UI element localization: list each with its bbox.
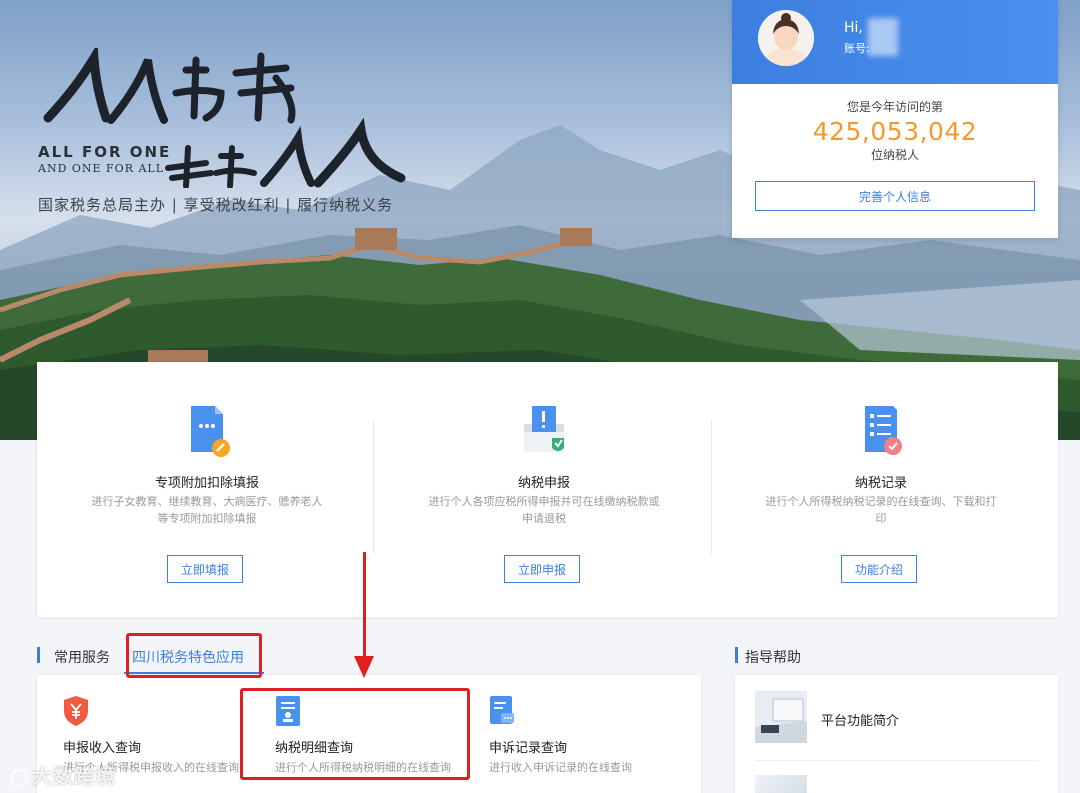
shield-yen-icon <box>64 696 88 726</box>
service-title: 纳税记录 <box>854 476 907 491</box>
service-tax-record: 纳税记录 进行个人所得税纳税记录的在线查询、下载和打印 功能介绍 <box>711 362 1051 617</box>
service-desc: 进行个人各项应税所得申报并可在线缴纳税款或申请退税 <box>428 495 660 525</box>
appeal-record-icon <box>490 696 514 724</box>
common-item-title: 申诉记录查询 <box>489 741 568 756</box>
slogan-en-line2: AND ONE FOR ALL <box>38 162 165 175</box>
slogan: ALL FOR ONE AND ONE FOR ALL 国家税务总局主办 | 享… <box>36 43 416 214</box>
service-title: 纳税申报 <box>517 476 570 491</box>
user-card-header: Hi, 账号: <box>732 0 1058 84</box>
fill-now-button[interactable]: 立即填报 <box>167 555 243 583</box>
account-label: 账号: <box>844 42 870 55</box>
visit-suffix: 位纳税人 <box>870 148 919 162</box>
redacted-user-info <box>868 18 898 56</box>
slogan-en-line1: ALL FOR ONE <box>38 143 172 161</box>
common-item-title: 申报收入查询 <box>63 741 142 756</box>
annotation-arrow-head <box>354 656 374 678</box>
hero-subtitle: 国家税务总局主办 | 享受税改红利 | 履行纳税义务 <box>38 196 394 214</box>
greeting-text: Hi, <box>844 20 863 36</box>
tax-declare-icon <box>524 406 564 452</box>
visit-prefix: 您是今年访问的第 <box>846 100 943 114</box>
tax-record-icon <box>865 406 902 455</box>
feature-intro-button[interactable]: 功能介绍 <box>841 555 917 583</box>
complete-profile-button[interactable]: 完善个人信息 <box>755 181 1035 211</box>
office-desk-image <box>755 691 807 743</box>
user-card: Hi, 账号: 您是今年访问的第 425,053,042 位纳税人 完善个人信息 <box>732 0 1058 238</box>
annotation-arrow-line <box>363 552 366 662</box>
service-desc: 进行子女教育、继续教育、大病医疗、赡养老人等专项附加扣除填报 <box>91 495 323 525</box>
help-section-title: 指导帮助 <box>745 650 801 666</box>
watermark-text: 大数跨境 <box>32 764 116 788</box>
watermark: 大数跨境 <box>10 760 116 789</box>
user-avatar[interactable] <box>758 10 814 66</box>
document-edit-icon <box>191 406 230 457</box>
help-thumbnail <box>755 775 807 793</box>
annotation-box-sichuan-tab <box>126 633 262 678</box>
help-thumbnail <box>755 691 807 743</box>
section-marker <box>37 647 40 663</box>
section-marker <box>735 647 738 663</box>
service-desc: 进行个人所得税纳税记录的在线查询、下载和打印 <box>765 495 997 525</box>
service-special-deduction: 专项附加扣除填报 进行子女教育、继续教育、大病医疗、赡养老人等专项附加扣除填报 … <box>37 362 377 617</box>
avatar-icon <box>758 10 814 66</box>
services-panel: 专项附加扣除填报 进行子女教育、继续教育、大病医疗、赡养老人等专项附加扣除填报 … <box>37 362 1058 617</box>
service-title: 专项附加扣除填报 <box>154 476 259 491</box>
common-item-desc: 进行收入申诉记录的在线查询 <box>489 761 632 774</box>
declare-now-button[interactable]: 立即申报 <box>504 555 580 583</box>
help-divider <box>755 760 1038 761</box>
help-item-label: 平台功能简介 <box>821 714 900 729</box>
visit-count: 425,053,042 <box>812 117 978 146</box>
tab-common-services[interactable]: 常用服务 <box>54 647 110 667</box>
watermark-logo-icon <box>10 768 28 787</box>
annotation-box-tax-detail <box>240 688 470 780</box>
visit-counter: 您是今年访问的第 425,053,042 位纳税人 <box>732 98 1058 163</box>
service-tax-declare: 纳税申报 进行个人各项应税所得申报并可在线缴纳税款或申请退税 立即申报 <box>374 362 714 617</box>
help-panel: 平台功能简介 <box>735 675 1058 793</box>
